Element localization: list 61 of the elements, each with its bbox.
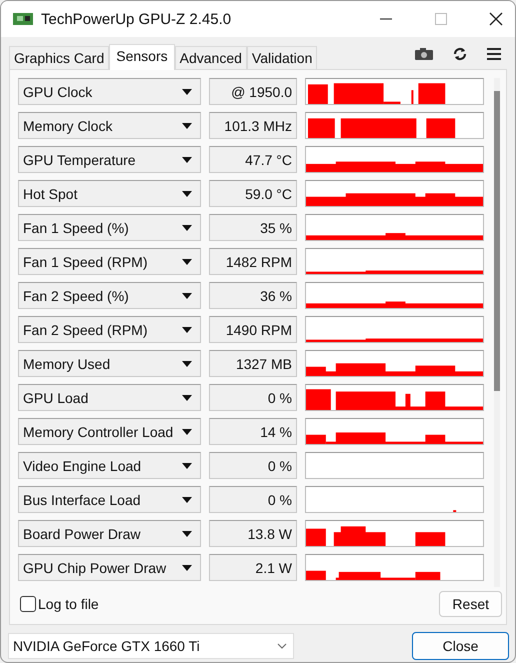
sensor-value: @ 1950.0 xyxy=(209,78,297,105)
scrollbar[interactable] xyxy=(494,78,500,587)
sensor-value: 59.0 °C xyxy=(209,180,297,207)
chevron-icon xyxy=(277,643,287,649)
caret-icon xyxy=(182,326,192,332)
close-button[interactable]: Close xyxy=(412,632,509,660)
menu-icon[interactable] xyxy=(487,48,501,60)
window-title: TechPowerUp GPU-Z 2.45.0 xyxy=(41,10,232,28)
sensor-value: 36 % xyxy=(209,282,297,309)
sensor-value: 0 % xyxy=(209,452,297,479)
sensor-value: 1482 RPM xyxy=(209,248,297,275)
caret-icon xyxy=(182,462,192,468)
device-dropdown[interactable]: NVIDIA GeForce GTX 1660 Ti xyxy=(8,633,294,659)
sensor-dropdown[interactable]: Fan 1 Speed (RPM) xyxy=(18,248,201,275)
caret-icon xyxy=(182,496,192,502)
caret-icon xyxy=(182,88,192,94)
sensor-value: 2.1 W xyxy=(209,554,297,581)
sensor-dropdown[interactable]: Memory Clock xyxy=(18,112,201,139)
tab[interactable]: Sensors xyxy=(109,44,175,70)
sensor-value: 13.8 W xyxy=(209,520,297,547)
sensor-dropdown[interactable]: Bus Interface Load xyxy=(18,486,201,513)
caret-icon xyxy=(182,530,192,536)
sensor-dropdown[interactable]: GPU Clock xyxy=(18,78,201,105)
sensor-dropdown[interactable]: GPU Load xyxy=(18,384,201,411)
caret-icon xyxy=(182,156,192,162)
caret-icon xyxy=(182,258,192,264)
sensor-value: 47.7 °C xyxy=(209,146,297,173)
tab[interactable]: Advanced xyxy=(174,46,247,69)
sensor-value: 101.3 MHz xyxy=(209,112,297,139)
caret-icon xyxy=(182,122,192,128)
caret-icon xyxy=(182,360,192,366)
app-icon xyxy=(13,11,33,27)
close-icon[interactable] xyxy=(489,12,503,26)
caret-icon xyxy=(182,190,192,196)
caret-icon xyxy=(182,224,192,230)
sensor-dropdown[interactable]: Fan 1 Speed (%) xyxy=(18,214,201,241)
sensor-value: 0 % xyxy=(209,486,297,513)
sensor-dropdown[interactable]: Video Engine Load xyxy=(18,452,201,479)
refresh-icon[interactable] xyxy=(453,47,467,61)
sensor-dropdown[interactable]: Board Power Draw xyxy=(18,520,201,547)
sensor-dropdown[interactable]: GPU Chip Power Draw xyxy=(18,554,201,581)
sensor-dropdown[interactable]: Memory Used xyxy=(18,350,201,377)
reset-button[interactable]: Reset xyxy=(439,591,502,617)
sensor-value: 0 % xyxy=(209,384,297,411)
caret-icon xyxy=(182,292,192,298)
tab[interactable]: Graphics Card xyxy=(9,46,110,69)
log-to-file-checkbox[interactable]: Log to file xyxy=(20,596,99,612)
sensor-value: 1327 MB xyxy=(209,350,297,377)
sensor-value: 35 % xyxy=(209,214,297,241)
sensor-dropdown[interactable]: Fan 2 Speed (RPM) xyxy=(18,316,201,343)
sensor-dropdown[interactable]: Fan 2 Speed (%) xyxy=(18,282,201,309)
sensor-value: 1490 RPM xyxy=(209,316,297,343)
sensor-dropdown[interactable]: Memory Controller Load xyxy=(18,418,201,445)
sensor-dropdown[interactable]: Hot Spot xyxy=(18,180,201,207)
sensor-value: 14 % xyxy=(209,418,297,445)
caret-icon xyxy=(182,428,192,434)
camera-icon[interactable] xyxy=(415,48,433,60)
caret-icon xyxy=(182,564,192,570)
sensor-dropdown[interactable]: GPU Temperature xyxy=(18,146,201,173)
caret-icon xyxy=(182,394,192,400)
tab[interactable]: Validation xyxy=(246,46,318,69)
